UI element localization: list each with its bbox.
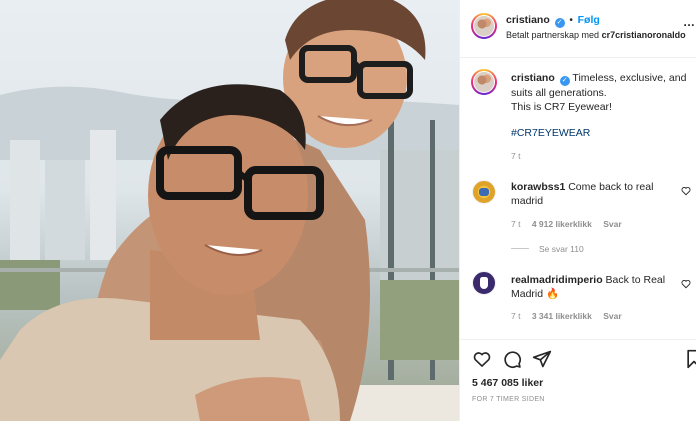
photo-illustration xyxy=(0,0,459,421)
verified-badge-icon: ✓ xyxy=(554,18,565,28)
more-options-button[interactable]: ... xyxy=(683,15,695,29)
replies-divider xyxy=(511,248,529,249)
caption-line-1: Timeless, exclusive, and xyxy=(572,72,687,84)
reply-button[interactable]: Svar xyxy=(603,311,621,321)
username-link[interactable]: cristiano xyxy=(506,14,550,26)
post-details-panel: cristiano ✓ • Følg Betalt partnerskap me… xyxy=(459,0,696,421)
heart-icon[interactable] xyxy=(472,349,492,369)
caption-timestamp: 7 t xyxy=(511,151,521,161)
caption-username[interactable]: cristiano xyxy=(511,72,555,84)
post-timestamp: FOR 7 TIMER SIDEN xyxy=(472,396,545,403)
partner-link[interactable]: cr7cristianoronaldo xyxy=(602,30,686,40)
hashtag-link[interactable]: #CR7EYEWEAR xyxy=(511,127,590,139)
comment-like-heart-icon[interactable] xyxy=(681,186,691,196)
reply-button[interactable]: Svar xyxy=(603,219,621,229)
commenter-avatar[interactable] xyxy=(472,180,496,204)
comment-item: korawbss1 Come back to real madrid xyxy=(511,180,676,208)
comment-meta: 7 t 3 341 likerklikk Svar xyxy=(511,311,631,321)
verified-badge-icon: ✓ xyxy=(559,76,570,86)
post-actions: 5 467 085 liker FOR 7 TIMER SIDEN xyxy=(460,339,696,421)
paper-plane-icon[interactable] xyxy=(532,349,552,369)
comments-section[interactable]: cristiano ✓ Timeless, exclusive, and sui… xyxy=(460,59,696,339)
comment-like-heart-icon[interactable] xyxy=(681,279,691,289)
post-caption: cristiano ✓ Timeless, exclusive, and sui… xyxy=(511,71,691,114)
comment-time: 7 t xyxy=(511,311,521,321)
comment-meta: 7 t 4 912 likerklikk Svar xyxy=(511,219,631,229)
comment-icon[interactable] xyxy=(502,349,522,369)
caption-line-2: suits all generations. xyxy=(511,87,607,99)
caption-line-3: This is CR7 Eyewear! xyxy=(511,101,612,113)
post-header: cristiano ✓ • Følg Betalt partnerskap me… xyxy=(460,0,696,58)
paid-partnership-label: Betalt partnerskap med cr7cristianoronal… xyxy=(506,30,686,40)
comment-item: realmadridimperio Back to Real Madrid 🔥 xyxy=(511,273,676,301)
separator-dot: • xyxy=(569,15,573,26)
avatar[interactable] xyxy=(471,13,497,39)
header-title-row: cristiano ✓ • Følg xyxy=(506,14,600,28)
follow-button[interactable]: Følg xyxy=(578,14,600,26)
commenter-avatar[interactable] xyxy=(472,271,496,295)
caption-avatar[interactable] xyxy=(471,69,497,95)
commenter-username[interactable]: korawbss1 xyxy=(511,181,565,193)
commenter-username[interactable]: realmadridimperio xyxy=(511,274,603,286)
likes-count[interactable]: 5 467 085 liker xyxy=(472,377,543,389)
comment-likes-count[interactable]: 4 912 likerklikk xyxy=(532,219,592,229)
view-replies-button[interactable]: Se svar 110 xyxy=(511,244,584,254)
bookmark-icon[interactable] xyxy=(684,349,696,369)
comment-time: 7 t xyxy=(511,219,521,229)
comment-likes-count[interactable]: 3 341 likerklikk xyxy=(532,311,592,321)
post-photo[interactable] xyxy=(0,0,459,421)
